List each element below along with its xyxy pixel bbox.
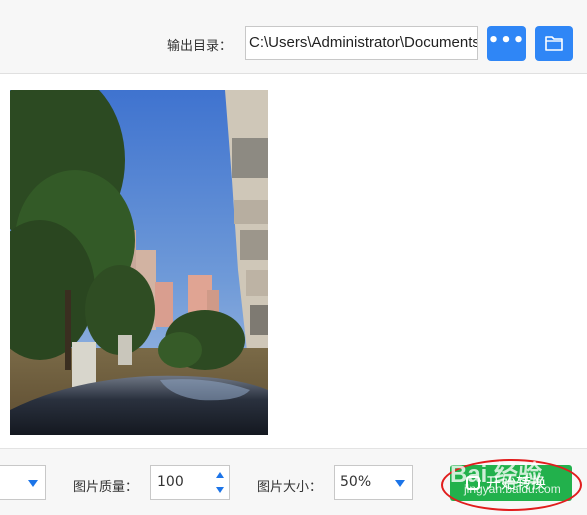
decrement-arrow-icon[interactable] <box>216 487 224 493</box>
format-select[interactable] <box>0 465 46 500</box>
image-preview-area <box>0 75 587 448</box>
output-directory-input[interactable]: C:\Users\Administrator\Documents <box>245 26 478 60</box>
highlight-annotation <box>441 459 582 511</box>
folder-icon <box>545 36 563 51</box>
size-label: 图片大小： <box>257 480 323 495</box>
quality-stepper[interactable]: 100 <box>150 465 230 500</box>
increment-arrow-icon[interactable] <box>216 472 224 478</box>
size-value: 50% <box>340 474 372 490</box>
output-directory-label: 输出目录： <box>167 39 233 54</box>
preview-photo <box>10 90 268 435</box>
quality-label: 图片质量： <box>73 480 139 495</box>
chevron-down-icon <box>28 480 38 487</box>
chevron-down-icon <box>395 480 405 487</box>
browse-more-button[interactable]: ••• <box>487 26 526 61</box>
converter-window: 输出目录： C:\Users\Administrator\Documents •… <box>0 0 587 515</box>
quality-value: 100 <box>157 474 184 490</box>
size-select[interactable]: 50% <box>334 465 413 500</box>
conversion-settings-bar: 图片质量： 100 图片大小： 50% 开始转换 <box>0 448 587 515</box>
output-directory-bar: 输出目录： C:\Users\Administrator\Documents •… <box>0 0 587 74</box>
open-folder-button[interactable] <box>535 26 573 61</box>
